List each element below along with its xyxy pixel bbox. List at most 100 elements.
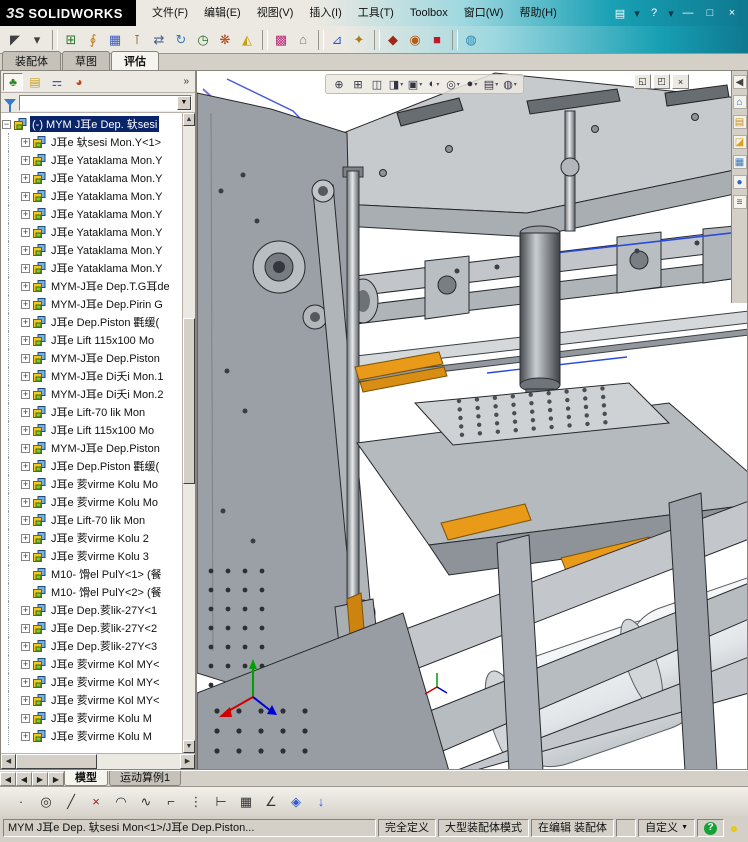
tree-item[interactable]: + J耳e Yataklama Mon.Y: [1, 223, 182, 241]
doc-maximize-icon[interactable]: ◰: [653, 74, 670, 89]
tree-item-label[interactable]: J耳e 荄virme Kol MY<: [49, 674, 162, 690]
assembly-3d-model[interactable]: [197, 71, 748, 770]
tree-item[interactable]: + J耳e 荄virme Kol MY<: [1, 691, 182, 709]
tree-item[interactable]: + J耳e 荄virme Kolu Mo: [1, 493, 182, 511]
component-pattern-icon[interactable]: ▦: [104, 29, 126, 51]
tab-scroll-right-icon[interactable]: ▶: [32, 772, 48, 786]
tree-item-label[interactable]: MYM-J耳e Dep.T.G耳de: [49, 278, 172, 294]
edit-appearance-icon[interactable]: ● ▾: [463, 76, 481, 93]
tree-item[interactable]: + J耳e Yataklama Mon.Y: [1, 205, 182, 223]
expand-icon[interactable]: +: [21, 515, 30, 525]
tree-item[interactable]: + MYM-J耳e Dep.Piston: [1, 349, 182, 367]
view-palette-icon[interactable]: ▦: [732, 155, 747, 169]
menu-item[interactable]: Toolbox: [402, 1, 456, 25]
tree-item[interactable]: + J耳e Yataklama Mon.Y: [1, 187, 182, 205]
tree-item-label[interactable]: MYM-J耳e Di夭i Mon.2: [49, 386, 165, 402]
help-status-icon[interactable]: ?: [704, 821, 717, 835]
solidworks-resources-icon[interactable]: ⌂: [732, 95, 747, 109]
expand-icon[interactable]: +: [21, 641, 30, 651]
custom-properties-icon[interactable]: ≡: [732, 195, 747, 209]
centerline-icon[interactable]: ⋮: [185, 791, 207, 813]
interference-icon[interactable]: ◭: [236, 29, 258, 51]
dropdown-icon[interactable]: ▾: [666, 4, 676, 22]
expand-icon[interactable]: +: [21, 695, 30, 705]
motion-icon[interactable]: ✦: [348, 29, 370, 51]
scrollbar-thumb[interactable]: [183, 317, 195, 485]
hide-show-items-icon[interactable]: ◎ ▾: [444, 76, 462, 93]
smart-fasteners-icon[interactable]: ⊺: [126, 29, 148, 51]
clock-icon[interactable]: ◷: [192, 29, 214, 51]
tree-item-label[interactable]: J耳e Dep.Piston 氍缓(: [49, 458, 161, 474]
photoview-icon[interactable]: ◍: [460, 29, 482, 51]
display-style-icon[interactable]: ◐ ▾: [425, 76, 443, 93]
expand-icon[interactable]: +: [21, 497, 30, 507]
circle-icon[interactable]: ◎: [35, 791, 57, 813]
tree-horizontal-scrollbar[interactable]: ◀ ▶: [1, 753, 195, 769]
previous-view-icon[interactable]: ◫: [368, 76, 386, 93]
tree-item-label[interactable]: J耳e Dep.Piston 氍缓(: [49, 314, 161, 330]
expand-icon[interactable]: +: [21, 713, 30, 723]
expand-icon[interactable]: +: [21, 389, 30, 399]
scene-icon[interactable]: ⌂: [292, 29, 314, 51]
tree-item-label[interactable]: J耳e Yataklama Mon.Y: [49, 170, 164, 186]
tree-item-label[interactable]: J耳e Yataklama Mon.Y: [49, 260, 164, 276]
graphics-area[interactable]: ⊕ ⊞ ◫ ◨ ▾ ▣ ▾ ◐ ▾ ◎ ▾ ● ▾ ▤ ▾ ◍ ▾ ◱ ◰ × ◀ ⌂ ▤ ◪ ▦ ● ≡: [196, 70, 748, 770]
tab-scroll-right-icon[interactable]: ▶: [48, 772, 64, 786]
tree-item-label[interactable]: J耳e Yataklama Mon.Y: [49, 224, 164, 240]
tree-item-label[interactable]: J耳e 荄virme Kolu 3: [49, 548, 151, 564]
tree-item-label[interactable]: J耳e Dep.荄lik-27Y<2: [49, 620, 159, 636]
status-help-cell[interactable]: ?: [697, 819, 724, 837]
expand-icon[interactable]: +: [21, 263, 30, 273]
menu-item[interactable]: 编辑(E): [196, 1, 249, 25]
tree-item-label[interactable]: MYM-J耳e Dep.Piston: [49, 350, 162, 366]
expand-icon[interactable]: +: [21, 461, 30, 471]
panel-overflow-button[interactable]: »: [179, 76, 193, 87]
tree-item-label[interactable]: J耳e Dep.荄lik-27Y<3: [49, 638, 159, 654]
tree-item-label[interactable]: J耳e 荄virme Kolu M: [49, 728, 154, 744]
isometric-cube-icon[interactable]: ◈: [285, 791, 307, 813]
featuremanager-tab-icon[interactable]: ♣: [3, 72, 23, 91]
new-document-icon[interactable]: ▤: [610, 4, 630, 22]
expand-icon[interactable]: +: [21, 155, 30, 165]
view-orientation-icon[interactable]: ▣ ▾: [406, 76, 424, 93]
tree-item-label[interactable]: M10- 馉el PulY<2> (餐: [49, 584, 164, 600]
tree-item-label[interactable]: J耳e 荄virme Kol MY<: [49, 692, 162, 708]
tree-item[interactable]: + J耳e Lift 115x100 Mo: [1, 421, 182, 439]
tree-item[interactable]: + MYM-J耳e Dep.T.G耳de: [1, 277, 182, 295]
tree-item-label[interactable]: J耳e 荄virme Kolu 2: [49, 530, 151, 546]
tree-item[interactable]: + J耳e Dep.荄lik-27Y<1: [1, 601, 182, 619]
tree-item-label[interactable]: J耳e 荄virme Kol MY<: [49, 656, 162, 672]
tree-item-label[interactable]: J耳e Lift 115x100 Mo: [49, 422, 156, 438]
tree-item-label[interactable]: MYM-J耳e Di夭i Mon.1: [49, 368, 165, 384]
menu-item[interactable]: 窗口(W): [456, 1, 512, 25]
dropdown-icon[interactable]: ▾: [632, 4, 642, 22]
tree-item-label[interactable]: J耳e 轪sesi Mon.Y<1>: [49, 134, 163, 150]
expand-icon[interactable]: +: [21, 281, 30, 291]
dropdown-icon[interactable]: ▾: [26, 29, 48, 51]
tree-item[interactable]: + J耳e 荄virme Kolu M: [1, 709, 182, 727]
insert-component-icon[interactable]: ⊞: [60, 29, 82, 51]
grid-icon[interactable]: ▦: [235, 791, 257, 813]
tree-item[interactable]: + J耳e 荄virme Kol MY<: [1, 673, 182, 691]
trim-icon[interactable]: ⊢: [210, 791, 232, 813]
minimize-icon[interactable]: ―: [678, 4, 698, 22]
maximize-icon[interactable]: □: [700, 4, 720, 22]
expand-icon[interactable]: +: [21, 137, 30, 147]
tree-item[interactable]: + MYM-J耳e Dep.Pirin G: [1, 295, 182, 313]
tree-item[interactable]: + J耳e 荄virme Kolu 3: [1, 547, 182, 565]
apply-scene-icon[interactable]: ▤ ▾: [482, 76, 500, 93]
tree-item-label[interactable]: (-) MYM J耳e Dep. 轪sesi: [30, 116, 160, 132]
filter-input[interactable]: ▼: [19, 94, 192, 111]
tree-item[interactable]: + J耳e Lift-70 lik Mon: [1, 511, 182, 529]
tree-item-label[interactable]: J耳e Lift 115x100 Mo: [49, 332, 156, 348]
point-icon[interactable]: ·: [10, 791, 32, 813]
menu-item[interactable]: 帮助(H): [511, 1, 564, 25]
expand-icon[interactable]: +: [21, 353, 30, 363]
tab-model[interactable]: 模型: [64, 771, 108, 786]
expand-icon[interactable]: +: [21, 623, 30, 633]
scroll-left-icon[interactable]: ◀: [1, 754, 16, 769]
tree-item-label[interactable]: J耳e Lift-70 lik Mon: [49, 512, 147, 528]
tree-item-label[interactable]: M10- 馉el PulY<1> (餐: [49, 566, 164, 582]
zoom-fit-icon[interactable]: ⊕: [330, 76, 348, 93]
tree-item[interactable]: + J耳e Lift 115x100 Mo: [1, 331, 182, 349]
